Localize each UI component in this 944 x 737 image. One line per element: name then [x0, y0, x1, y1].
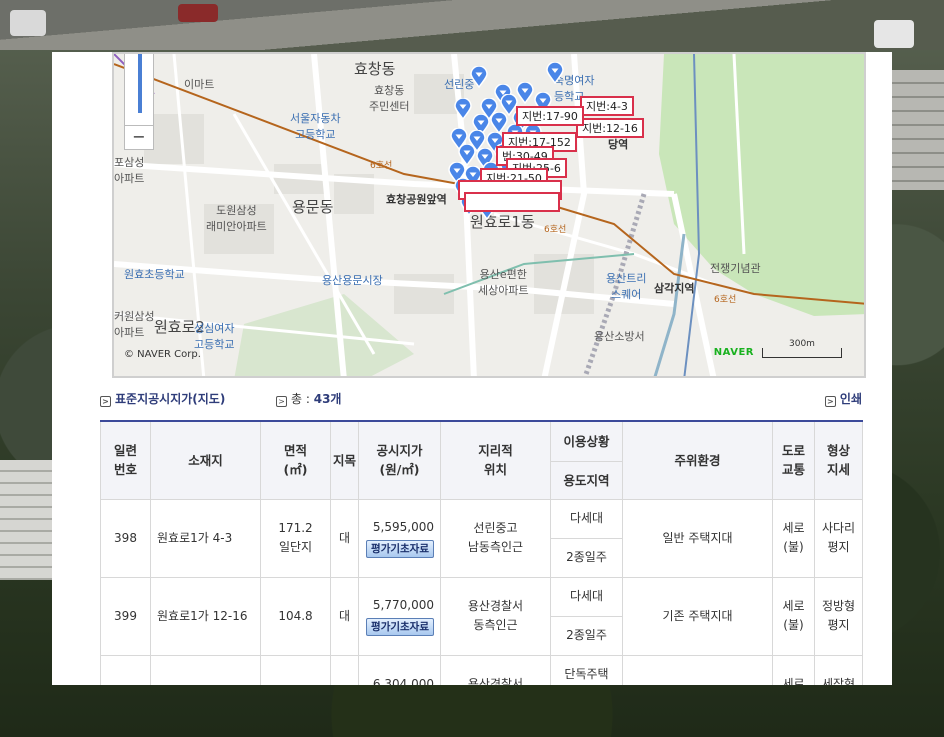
arrow-box-icon: > [276, 396, 287, 407]
eval-data-button[interactable]: 평가기초자료 [366, 618, 434, 636]
print-button[interactable]: > 인쇄 [824, 390, 862, 407]
map-label: 효창동 [354, 60, 396, 78]
background-house [0, 460, 52, 580]
cell-serial: 399 [100, 576, 151, 656]
cell-zoning: 2종일주 [550, 615, 623, 656]
header-geo: 지리적 위치 [440, 420, 551, 500]
map-label: 서울자동차 고등학교 [290, 112, 341, 141]
map-marker-icon[interactable] [454, 98, 472, 120]
header-serial: 일련 번호 [100, 420, 151, 500]
cell-area: 171.2 일단지 [260, 498, 331, 578]
header-zoning: 용도지역 [550, 460, 623, 500]
map-marker-icon[interactable] [546, 62, 564, 84]
cell-shape: 정방형 평지 [814, 576, 863, 656]
cell-road: 세로 (불) [772, 498, 815, 578]
map-label: 원효초등학교 [124, 268, 185, 281]
naver-logo: NAVER [713, 347, 754, 358]
header-road: 도로 교통 [772, 420, 815, 500]
background-house [892, 70, 944, 190]
cell-usage: 다세대 [550, 498, 623, 539]
background-car [874, 20, 914, 48]
list-header: > 표준지공시지가(지도) > 총 : 43개 > 인쇄 [100, 390, 862, 410]
arrow-box-icon: > [824, 396, 836, 407]
eval-data-button[interactable]: 평가기초자료 [366, 540, 434, 558]
cell-jimok [330, 654, 359, 685]
map-label: 6호선 [544, 225, 567, 235]
jibun-label[interactable]: 지번:17-90 [516, 106, 584, 126]
zoom-out-button[interactable]: − [125, 125, 153, 149]
main-panel: − 효창동 이마트 효창동 주민센터 서울자동차 고등학교 선린중 숙명여자 등… [52, 52, 892, 685]
zoom-control: − [124, 54, 154, 150]
map-label: 6호선 [714, 295, 737, 305]
map-label: 커원삼성 아파트 [114, 310, 155, 339]
header-area: 면적 (㎡) [260, 420, 331, 500]
map-marker-icon[interactable] [470, 66, 488, 88]
cell-location: 원효로1가 12-16 [150, 576, 261, 656]
cell-usage: 단독주택 [550, 654, 623, 685]
map-marker-icon[interactable] [516, 82, 534, 104]
cell-location [150, 654, 261, 685]
header-jimok: 지목 [330, 420, 359, 500]
map-view[interactable]: − 효창동 이마트 효창동 주민센터 서울자동차 고등학교 선린중 숙명여자 등… [112, 52, 866, 378]
cell-usage: 다세대 [550, 576, 623, 617]
cell-jimok: 대 [330, 576, 359, 656]
map-label: 용산트리 스퀘어 [606, 272, 647, 301]
price-table: 일련 번호 소재지 면적 (㎡) 지목 공시지가 (원/㎡) 지리적 위치 이용… [100, 420, 863, 685]
jibun-label[interactable] [464, 192, 560, 212]
cell-road: 세로 (불) [772, 576, 815, 656]
header-surround: 주위환경 [622, 420, 773, 500]
cell-surround: 일반 주택지대 [622, 498, 773, 578]
background-road [0, 0, 944, 50]
map-label: 이마트 [184, 78, 215, 91]
cell-surround [622, 654, 773, 685]
header-shape: 형상 지세 [814, 420, 863, 500]
cell-price: 5,770,000 평가기초자료 [358, 576, 441, 656]
map-copyright: © NAVER Corp. [124, 349, 201, 360]
cell-serial [100, 654, 151, 685]
arrow-box-icon: > [100, 396, 111, 407]
cell-shape: 사다리 평지 [814, 498, 863, 578]
map-label: 삼각지역 [654, 282, 695, 295]
cell-serial: 398 [100, 498, 151, 578]
map-label: 6호선 [370, 161, 393, 171]
map-label: 포삼성 아파트 [114, 156, 145, 185]
cell-shape: 세장형 [814, 654, 863, 685]
map-label: 도원삼성 래미안아파트 [206, 204, 267, 233]
total-count: > 총 : 43개 [276, 390, 341, 407]
map-scale: 300m [762, 339, 842, 358]
header-usage: 이용상황 [550, 420, 623, 462]
cell-price: 5,595,000 평가기초자료 [358, 498, 441, 578]
map-label: 효창공원앞역 [386, 193, 447, 206]
cell-price: 6,304,000 [358, 654, 441, 685]
background-car [10, 10, 46, 36]
map-label: 용문동 [292, 198, 334, 216]
map-label: 용산소방서 [594, 330, 645, 343]
map-label: 전쟁기념관 [710, 262, 761, 275]
cell-road: 세로 [772, 654, 815, 685]
cell-area [260, 654, 331, 685]
map-label: 용산용문시장 [322, 274, 383, 287]
cell-surround: 기존 주택지대 [622, 576, 773, 656]
cell-location: 원효로1가 4-3 [150, 498, 261, 578]
map-label: 효창동 주민센터 [369, 84, 410, 113]
cell-area: 104.8 [260, 576, 331, 656]
cell-jimok: 대 [330, 498, 359, 578]
header-price: 공시지가 (원/㎡) [358, 420, 441, 500]
map-label: 용산e편한 세상아파트 [478, 268, 529, 297]
cell-geo: 용산경찰서 [440, 654, 551, 685]
zoom-slider[interactable] [138, 54, 142, 113]
map-label: 당역 [608, 138, 629, 151]
background-car [178, 4, 218, 22]
cell-zoning: 2종일주 [550, 537, 623, 578]
map-label: 성심여자 고등학교 [194, 322, 235, 351]
cell-geo: 선린중고 남동측인근 [440, 498, 551, 578]
jibun-label[interactable]: 지번:4-3 [580, 96, 634, 116]
section-title: > 표준지공시지가(지도) [100, 390, 225, 407]
header-location: 소재지 [150, 420, 261, 500]
cell-geo: 용산경찰서 동측인근 [440, 576, 551, 656]
jibun-label[interactable]: 지번:12-16 [576, 118, 644, 138]
